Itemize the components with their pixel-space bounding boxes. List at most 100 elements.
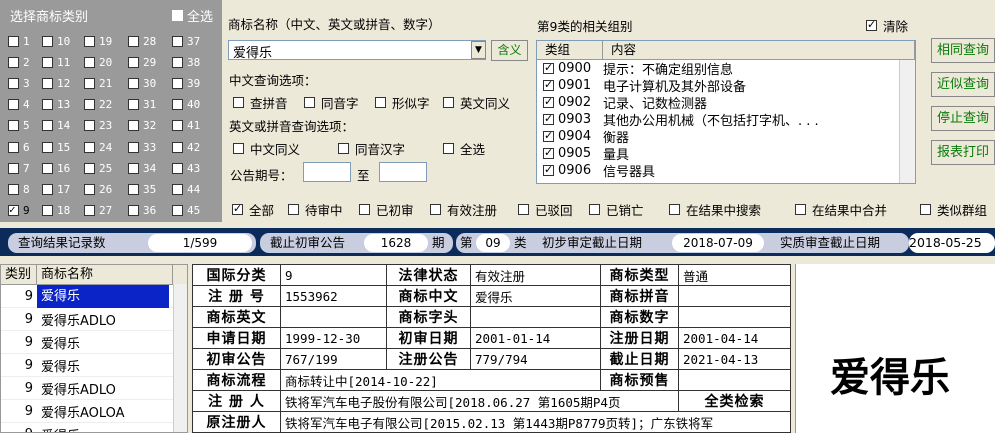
class-checkbox[interactable]: [42, 56, 53, 68]
class-checkbox[interactable]: [172, 120, 183, 132]
class-option[interactable]: 23: [84, 117, 112, 135]
class-checkbox[interactable]: [42, 35, 53, 47]
class-option[interactable]: 38: [172, 53, 200, 71]
class-option[interactable]: 16: [42, 159, 70, 177]
filter-initial-checkbox[interactable]: [359, 204, 370, 215]
same-search-button[interactable]: 相同查询: [931, 38, 995, 63]
class-option[interactable]: 31: [128, 96, 156, 114]
opt-en-synonym-checkbox[interactable]: [443, 97, 454, 108]
class-option[interactable]: 10: [42, 32, 70, 50]
class-option[interactable]: 5: [8, 117, 30, 135]
result-row[interactable]: 9 爱得乐ADLO: [1, 308, 187, 331]
class-checkbox[interactable]: [128, 141, 139, 153]
class-option[interactable]: 21: [84, 74, 112, 92]
class-checkbox[interactable]: [8, 183, 19, 195]
class-checkbox[interactable]: [128, 77, 139, 89]
opt-homophone[interactable]: 同音字: [304, 93, 359, 112]
class-option[interactable]: 8: [8, 180, 30, 198]
class-checkbox[interactable]: [42, 99, 53, 111]
group-checkbox[interactable]: [543, 146, 554, 159]
opt-en-synonym[interactable]: 英文同义: [443, 93, 510, 112]
class-option[interactable]: 14: [42, 117, 70, 135]
class-option[interactable]: 2: [8, 53, 30, 71]
class-option[interactable]: 12: [42, 74, 70, 92]
class-select-all[interactable]: 全选: [172, 6, 213, 25]
filter-in-result-merge-checkbox[interactable]: [795, 204, 806, 215]
group-list[interactable]: 类组 内容 0900提示：不确定组别信息0901电子计算机及其外部设备0902记…: [536, 40, 916, 184]
filter-in-result-merge[interactable]: 在结果中合并: [795, 200, 887, 219]
class-checkbox[interactable]: [42, 77, 53, 89]
filter-all-checkbox[interactable]: [232, 202, 243, 215]
opt-similar-shape-checkbox[interactable]: [375, 97, 386, 108]
result-row[interactable]: 9 爱得乐ADLO: [1, 377, 187, 400]
opt-similar-shape[interactable]: 形似字: [375, 93, 430, 112]
class-checkbox[interactable]: [172, 35, 183, 47]
class-option[interactable]: 33: [128, 138, 156, 156]
class-checkbox[interactable]: [84, 162, 95, 174]
result-scrollbar[interactable]: [173, 284, 187, 432]
class-checkbox[interactable]: [128, 183, 139, 195]
class-checkbox[interactable]: [8, 120, 19, 132]
chevron-down-icon[interactable]: ▼: [471, 41, 486, 59]
class-checkbox[interactable]: [172, 141, 183, 153]
class-option[interactable]: 20: [84, 53, 112, 71]
class-option[interactable]: 19: [84, 32, 112, 50]
period-to-input[interactable]: [379, 162, 427, 182]
clear-toggle[interactable]: 清除: [866, 16, 908, 35]
class-checkbox[interactable]: [8, 141, 19, 153]
search-all-button[interactable]: 全类检索: [678, 390, 791, 412]
class-checkbox[interactable]: [8, 35, 19, 47]
class-option[interactable]: 6: [8, 138, 30, 156]
class-option[interactable]: 35: [128, 180, 156, 198]
class-checkbox[interactable]: [172, 205, 183, 217]
class-checkbox[interactable]: [42, 141, 53, 153]
class-checkbox[interactable]: [8, 99, 19, 111]
class-option[interactable]: 44: [172, 180, 200, 198]
group-scrollbar[interactable]: [899, 60, 915, 183]
group-row[interactable]: 0901电子计算机及其外部设备: [537, 77, 915, 95]
class-option[interactable]: 18: [42, 202, 70, 220]
class-checkbox[interactable]: [8, 56, 19, 68]
filter-pending[interactable]: 待审中: [288, 200, 343, 219]
class-option[interactable]: 27: [84, 202, 112, 220]
filter-similar-group-checkbox[interactable]: [920, 204, 931, 215]
opt-select-all[interactable]: 全选: [443, 139, 485, 158]
filter-in-result-search-checkbox[interactable]: [669, 204, 680, 215]
class-checkbox[interactable]: [84, 120, 95, 132]
class-checkbox[interactable]: [128, 205, 139, 217]
class-checkbox[interactable]: [172, 77, 183, 89]
class-option[interactable]: 26: [84, 180, 112, 198]
class-option[interactable]: 4: [8, 96, 30, 114]
result-row[interactable]: 9 爱得乐AOLOA: [1, 400, 187, 423]
stop-search-button[interactable]: 停止查询: [931, 106, 995, 131]
class-checkbox[interactable]: [42, 120, 53, 132]
class-checkbox[interactable]: [172, 183, 183, 195]
result-list[interactable]: 类别 商标名称 9 爱得乐 9 爱得乐ADLO 9 爱得乐 9 爱得乐 9 爱得乐ADLO 9 爱得乐…: [0, 264, 188, 433]
contain-button[interactable]: 含义: [491, 40, 528, 61]
opt-cn-synonym[interactable]: 中文同义: [233, 139, 300, 158]
class-option[interactable]: 13: [42, 96, 70, 114]
result-row[interactable]: 9爱得乐: [1, 423, 187, 433]
group-checkbox[interactable]: [543, 78, 554, 91]
class-checkbox[interactable]: [84, 183, 95, 195]
class-option[interactable]: 42: [172, 138, 200, 156]
period-from-input[interactable]: [303, 162, 351, 182]
class-checkbox[interactable]: [8, 162, 19, 174]
class-option[interactable]: 15: [42, 138, 70, 156]
class-checkbox[interactable]: [172, 56, 183, 68]
filter-valid-checkbox[interactable]: [430, 204, 441, 215]
class-checkbox[interactable]: [84, 77, 95, 89]
select-all-checkbox[interactable]: [172, 10, 183, 21]
group-checkbox[interactable]: [543, 95, 554, 108]
filter-rejected-checkbox[interactable]: [518, 204, 529, 215]
class-checkbox[interactable]: [8, 77, 19, 89]
clear-checkbox[interactable]: [866, 18, 877, 31]
class-checkbox[interactable]: [84, 205, 95, 217]
class-checkbox[interactable]: [84, 35, 95, 47]
class-option[interactable]: 25: [84, 159, 112, 177]
filter-initial[interactable]: 已初审: [359, 200, 414, 219]
opt-homophone-hanzi-checkbox[interactable]: [338, 143, 349, 154]
opt-homophone-checkbox[interactable]: [304, 97, 315, 108]
opt-homophone-hanzi[interactable]: 同音汉字: [338, 139, 405, 158]
class-checkbox[interactable]: [8, 203, 19, 217]
